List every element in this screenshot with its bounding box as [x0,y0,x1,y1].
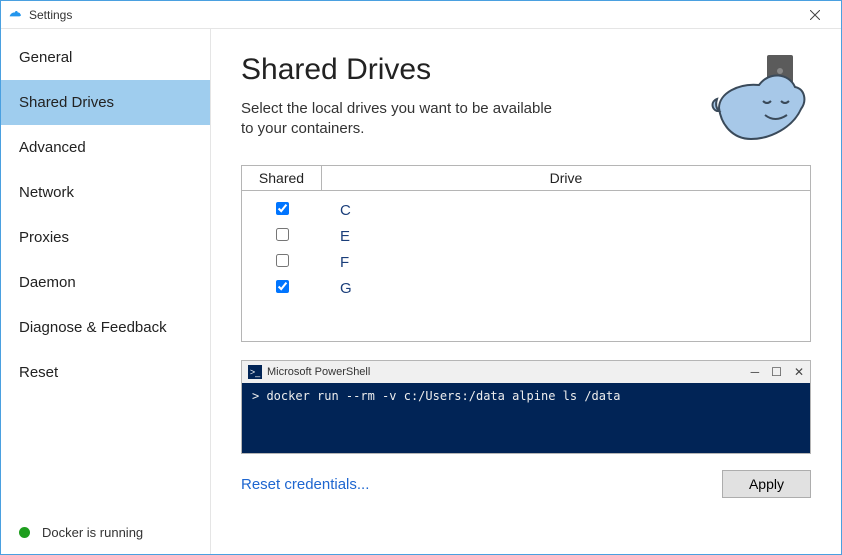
header-row: Shared Drives Select the local drives yo… [241,53,811,143]
reset-credentials-link[interactable]: Reset credentials... [241,476,369,493]
docker-whale-icon [711,53,811,143]
sidebar-item-shared-drives[interactable]: Shared Drives [1,80,210,125]
table-row: G [242,275,810,301]
sidebar: General Shared Drives Advanced Network P… [1,29,211,554]
powershell-title: Microsoft PowerShell [267,366,751,378]
sidebar-item-reset[interactable]: Reset [1,350,210,395]
status-text: Docker is running [42,525,143,540]
drives-table-body: C E F G [242,191,810,341]
close-icon: ✕ [794,365,804,379]
column-header-shared: Shared [242,166,322,190]
drives-table: Shared Drive C E F [241,165,811,342]
powershell-titlebar: >_ Microsoft PowerShell ─ ☐ ✕ [242,361,810,383]
titlebar: Settings [1,1,841,29]
page-subtitle: Select the local drives you want to be a… [241,99,561,140]
sidebar-item-network[interactable]: Network [1,170,210,215]
window-body: General Shared Drives Advanced Network P… [1,29,841,554]
powershell-body: > docker run --rm -v c:/Users:/data alpi… [242,383,810,453]
header-text: Shared Drives Select the local drives yo… [241,53,711,140]
drive-label: G [322,280,810,297]
drive-checkbox-g[interactable] [276,280,289,293]
close-button[interactable] [795,1,835,28]
table-row: C [242,197,810,223]
main-panel: Shared Drives Select the local drives yo… [211,29,841,554]
sidebar-item-diagnose-feedback[interactable]: Diagnose & Feedback [1,305,210,350]
drive-label: F [322,254,810,271]
status-bar: Docker is running [1,511,210,554]
table-row: F [242,249,810,275]
column-header-drive: Drive [322,166,810,190]
drive-checkbox-e[interactable] [276,228,289,241]
powershell-window-controls: ─ ☐ ✕ [751,365,804,379]
sidebar-nav: General Shared Drives Advanced Network P… [1,29,210,511]
sidebar-item-daemon[interactable]: Daemon [1,260,210,305]
drives-table-header: Shared Drive [242,166,810,191]
page-title: Shared Drives [241,53,711,87]
drive-label: E [322,228,810,245]
status-dot-icon [19,527,30,538]
table-row: E [242,223,810,249]
powershell-icon: >_ [248,365,262,379]
sidebar-item-proxies[interactable]: Proxies [1,215,210,260]
settings-window: Settings General Shared Drives Advanced … [0,0,842,555]
minimize-icon: ─ [751,365,760,379]
drive-checkbox-c[interactable] [276,202,289,215]
powershell-command: > docker run --rm -v c:/Users:/data alpi… [252,389,800,403]
sidebar-item-advanced[interactable]: Advanced [1,125,210,170]
drive-label: C [322,202,810,219]
powershell-preview: >_ Microsoft PowerShell ─ ☐ ✕ > docker r… [241,360,811,454]
sidebar-item-general[interactable]: General [1,35,210,80]
bottom-row: Reset credentials... Apply [241,470,811,498]
maximize-icon: ☐ [771,365,782,379]
window-title: Settings [29,8,795,22]
app-icon [7,7,23,23]
drive-checkbox-f[interactable] [276,254,289,267]
apply-button[interactable]: Apply [722,470,811,498]
